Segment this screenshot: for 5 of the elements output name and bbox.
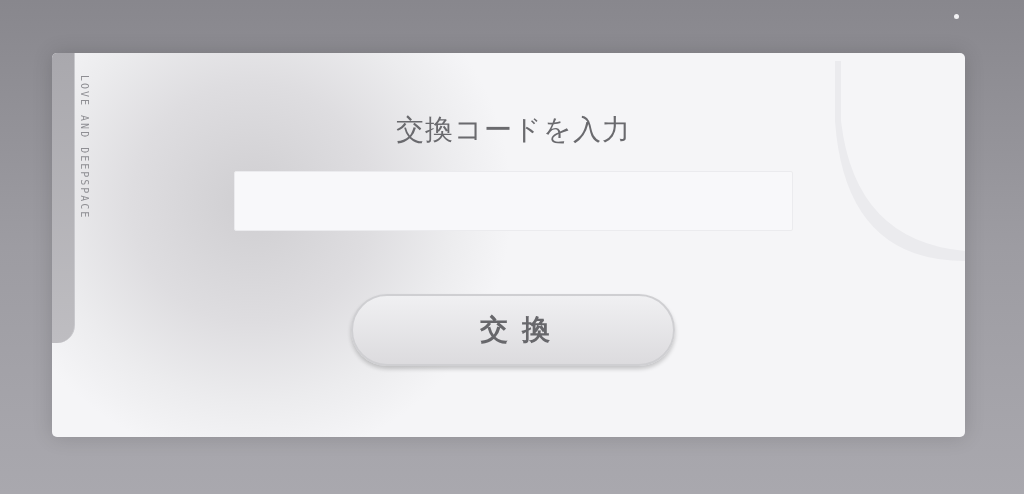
side-text: LOVE AND DEEPSPACE [78, 75, 90, 220]
code-field[interactable] [233, 171, 793, 231]
dialog-title: 交換コードを入力 [395, 112, 631, 148]
light-dot [954, 14, 959, 19]
exchange-button[interactable]: 交換 [351, 294, 675, 366]
